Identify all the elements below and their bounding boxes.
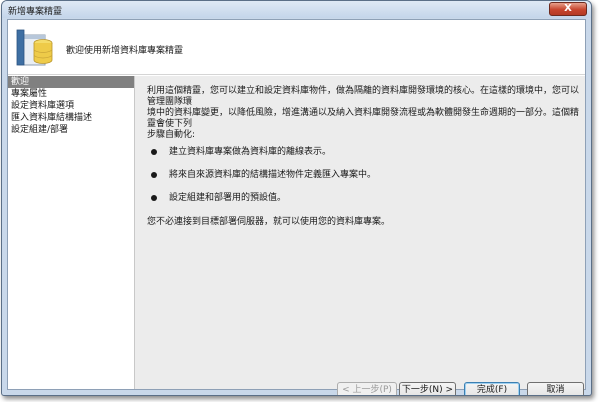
- list-item: 建立資料庫專案做為資料庫的離線表示。: [151, 146, 571, 158]
- list-item: 設定組建和部署用的預設值。: [151, 192, 571, 204]
- close-icon: X: [564, 3, 572, 14]
- intro-line: 境中的資料庫變更，以降低風險，增進溝通以及納入資料庫開發流程或為軟體開發生命週期…: [147, 108, 580, 129]
- close-button[interactable]: X: [549, 2, 587, 16]
- step-build-deploy[interactable]: 設定組建/部署: [8, 124, 134, 136]
- steps-list: 建立資料庫專案做為資料庫的離線表示。 將來自來源資料庫的結構描述物件定義匯入專案…: [151, 146, 571, 215]
- intro-line: 步驟自動化:: [147, 130, 196, 140]
- wizard-body: 歡迎使用新增資料庫專案精靈 歡迎 專案屬性 設定資料庫選項 匯入資料庫結構描述 …: [7, 19, 587, 395]
- finish-button[interactable]: 完成(F): [464, 382, 520, 395]
- wizard-header: 歡迎使用新增資料庫專案精靈: [8, 20, 585, 75]
- step-database-options[interactable]: 設定資料庫選項: [8, 100, 134, 112]
- wizard-window: 新增專案精靈 X 歡迎使用新增資料庫專案精靈 歡迎 專案屬性 設定資料庫選項 匯…: [1, 0, 592, 396]
- intro-line: 利用這個精靈，您可以建立和設定資料庫物件，做為隔離的資料庫開發環境的核心。在這樣…: [147, 86, 580, 107]
- title-bar[interactable]: 新增專案精靈 X: [2, 1, 591, 18]
- step-welcome[interactable]: 歡迎: [8, 76, 134, 88]
- list-item: 將來自來源資料庫的結構描述物件定義匯入專案中。: [151, 169, 571, 181]
- bullet-icon: [151, 172, 157, 178]
- welcome-page: 利用這個精靈，您可以建立和設定資料庫物件，做為隔離的資料庫開發環境的核心。在這樣…: [134, 76, 587, 395]
- database-icon: [16, 29, 53, 66]
- wizard-title: 歡迎使用新增資料庫專案精靈: [66, 46, 184, 56]
- previous-button[interactable]: < 上一步(P): [337, 382, 397, 395]
- window-title: 新增專案精靈: [8, 7, 63, 17]
- bullet-icon: [151, 149, 157, 155]
- cancel-button[interactable]: 取消: [527, 382, 584, 395]
- list-item-text: 建立資料庫專案做為資料庫的離線表示。: [169, 147, 332, 157]
- step-import-schema[interactable]: 匯入資料庫結構描述: [8, 112, 134, 124]
- list-item-text: 設定組建和部署用的預設值。: [169, 193, 287, 203]
- step-project-properties[interactable]: 專案屬性: [8, 88, 134, 100]
- next-button[interactable]: 下一步(N) >: [399, 382, 456, 395]
- list-item-text: 將來自來源資料庫的結構描述物件定義匯入專案中。: [169, 170, 377, 180]
- bullet-icon: [151, 195, 157, 201]
- intro-paragraph: 利用這個精靈，您可以建立和設定資料庫物件，做為隔離的資料庫開發環境的核心。在這樣…: [147, 86, 587, 141]
- connection-note: 您不必連接到目標部署伺服器，就可以使用您的資料庫專案。: [147, 217, 391, 227]
- wizard-steps-nav: 歡迎 專案屬性 設定資料庫選項 匯入資料庫結構描述 設定組建/部署: [8, 76, 134, 389]
